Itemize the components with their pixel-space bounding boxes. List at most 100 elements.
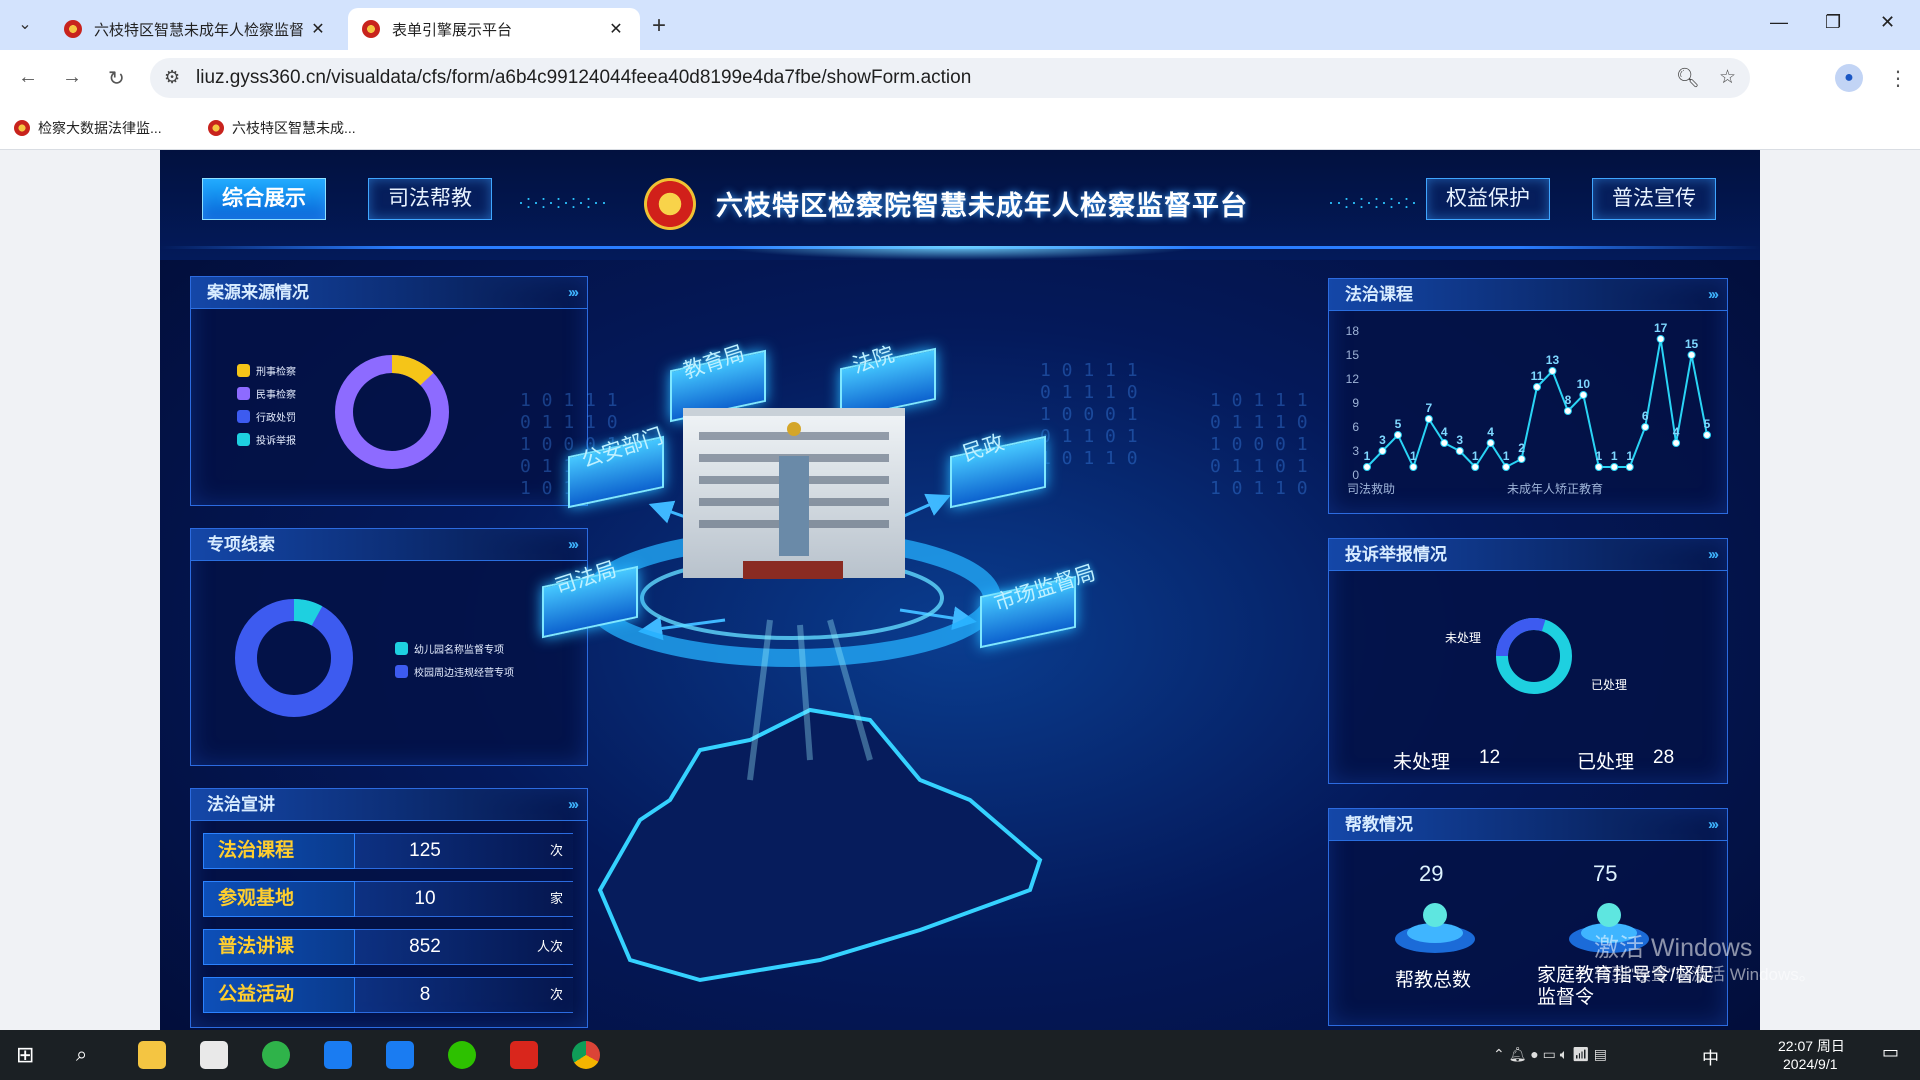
stat-row: 参观基地 10 家 bbox=[203, 881, 573, 917]
procuratorate-emblem-icon bbox=[644, 178, 696, 230]
wps-icon[interactable] bbox=[510, 1041, 538, 1069]
bookmark-item[interactable]: 六枝特区智慧未成... bbox=[208, 118, 356, 138]
reload-icon[interactable]: ↻ bbox=[108, 66, 125, 91]
menu-kebab-icon[interactable]: ⋮ bbox=[1888, 66, 1908, 91]
address-bar[interactable]: ⚙ liuz.gyss360.cn/visualdata/cfs/form/a6… bbox=[150, 58, 1750, 98]
bookmark-item[interactable]: 检察大数据法律监... bbox=[14, 118, 162, 138]
nav-rights-protection[interactable]: 权益保护 bbox=[1426, 178, 1550, 220]
help-edu-panel: 帮教情况 ››› 29 75 帮教总数 家庭教育指导令/督促监督令 bbox=[1328, 808, 1728, 1026]
data-label: 1 bbox=[1626, 449, 1633, 463]
url-text: liuz.gyss360.cn/visualdata/cfs/form/a6b4… bbox=[196, 67, 972, 88]
data-label: 11 bbox=[1531, 369, 1544, 383]
new-tab-button[interactable]: + bbox=[652, 12, 666, 40]
tab-2-active[interactable]: 表单引擎展示平台 ✕ bbox=[348, 8, 640, 50]
data-point bbox=[1641, 423, 1650, 431]
site-emblem-icon bbox=[208, 120, 224, 136]
minimize-icon[interactable]: — bbox=[1770, 12, 1788, 33]
nav-overview[interactable]: 综合展示 bbox=[202, 178, 326, 220]
store-icon[interactable] bbox=[200, 1041, 228, 1069]
complaints-panel: 投诉举报情况 ››› 未处理 已处理 未处理 12 已处理 28 bbox=[1328, 538, 1728, 784]
data-point bbox=[1455, 447, 1464, 455]
nav-law-publicity[interactable]: 普法宣传 bbox=[1592, 178, 1716, 220]
data-label: 7 bbox=[1425, 401, 1432, 415]
procuratorate-building bbox=[683, 408, 905, 579]
nav-judicial-help[interactable]: 司法帮教 bbox=[368, 178, 492, 220]
dashboard: 综合展示 司法帮教 ·:·:·:·:·:·· 六枝特区检察院智慧未成年人检察监督… bbox=[160, 150, 1760, 1030]
processed-label: 已处理 bbox=[1577, 752, 1635, 773]
feishu-icon[interactable] bbox=[324, 1041, 352, 1069]
case-source-legend: 刑事检察 民事检察 行政处罚 投诉举报 bbox=[237, 359, 296, 451]
data-point bbox=[1563, 407, 1572, 415]
site-emblem-icon bbox=[14, 120, 30, 136]
bookmark-star-icon[interactable]: ☆ bbox=[1719, 66, 1736, 89]
data-label: 1 bbox=[1503, 449, 1510, 463]
data-label: 15 bbox=[1685, 337, 1699, 351]
tab-search-icon[interactable]: ⌄ bbox=[10, 10, 40, 40]
clock-date[interactable]: 2024/9/1 bbox=[1783, 1056, 1838, 1072]
y-tick-label: 18 bbox=[1346, 324, 1360, 338]
wechat-icon[interactable] bbox=[448, 1041, 476, 1069]
dingtalk-icon[interactable] bbox=[386, 1041, 414, 1069]
data-label: 4 bbox=[1441, 425, 1448, 439]
close-tab-icon[interactable]: ✕ bbox=[606, 19, 626, 39]
file-explorer-icon[interactable] bbox=[138, 1041, 166, 1069]
data-label: 1 bbox=[1611, 449, 1618, 463]
y-tick-label: 0 bbox=[1352, 468, 1359, 482]
header-decoration: ··:·:·:·:·:· bbox=[1328, 192, 1419, 212]
stat-row: 公益活动 8 次 bbox=[203, 977, 573, 1013]
donut-label-unprocessed: 未处理 bbox=[1445, 631, 1482, 645]
panel-title: 法治课程 ››› bbox=[1329, 279, 1727, 311]
data-point bbox=[1486, 439, 1495, 447]
data-label: 5 bbox=[1704, 417, 1711, 431]
restore-icon[interactable]: ❐ bbox=[1825, 12, 1841, 33]
donut-slice-campus bbox=[235, 599, 353, 717]
notification-icon[interactable]: ▭ bbox=[1882, 1042, 1899, 1063]
legend-item: 校园周边违规经营专项 bbox=[395, 660, 514, 683]
data-point bbox=[1378, 447, 1387, 455]
data-point bbox=[1548, 367, 1557, 375]
data-label: 1 bbox=[1410, 449, 1417, 463]
forward-icon[interactable]: → bbox=[62, 66, 82, 89]
data-point bbox=[1471, 463, 1480, 471]
browser-360-icon[interactable] bbox=[262, 1041, 290, 1069]
data-point bbox=[1502, 463, 1511, 471]
legal-course-panel: 法治课程 ››› 0 3 6 9 12 15 18 1 3 5 1 7 4 3 1 4 1 2 11 13 8 10 1 1 1 6… bbox=[1328, 278, 1728, 514]
zoom-icon[interactable]: 🔍︎ bbox=[1676, 66, 1700, 90]
bookmarks-bar: 检察大数据法律监... 六枝特区智慧未成... bbox=[0, 108, 1920, 150]
data-label: 3 bbox=[1379, 433, 1386, 447]
special-clues-donut bbox=[235, 599, 353, 717]
dashboard-title: 六枝特区检察院智慧未成年人检察监督平台 bbox=[716, 191, 1248, 221]
help-total-value: 29 bbox=[1419, 861, 1444, 886]
browser-tab-strip: ⌄ 六枝特区智慧未成年人检察监督 ✕ 表单引擎展示平台 ✕ + — ❐ ✕ bbox=[0, 0, 1920, 50]
legend-item: 刑事检察 bbox=[237, 359, 296, 382]
unprocessed-label: 未处理 bbox=[1393, 752, 1451, 773]
close-window-icon[interactable]: ✕ bbox=[1880, 12, 1895, 33]
tray-icons[interactable]: ⌃ 🔔︎ ● ▭ 🔈︎ 📶︎ ▤ bbox=[1493, 1046, 1607, 1063]
page-viewport: 综合展示 司法帮教 ·:·:·:·:·:·· 六枝特区检察院智慧未成年人检察监督… bbox=[0, 150, 1920, 1030]
activate-windows-title: 激活 Windows bbox=[1594, 934, 1753, 962]
series-line bbox=[1366, 338, 1708, 470]
more-arrows-icon[interactable]: ››› bbox=[1708, 539, 1719, 571]
profile-avatar-icon[interactable]: ● bbox=[1835, 64, 1863, 92]
more-arrows-icon[interactable]: ››› bbox=[1708, 809, 1719, 841]
search-icon[interactable]: ⌕ bbox=[76, 1041, 104, 1069]
stat-row: 普法讲课 852 人次 bbox=[203, 929, 573, 965]
site-emblem-icon bbox=[362, 20, 380, 38]
browser-toolbar: ← → ↻ ⚙ liuz.gyss360.cn/visualdata/cfs/f… bbox=[0, 50, 1920, 108]
clock-time[interactable]: 22:07 周日 bbox=[1778, 1036, 1845, 1056]
data-point bbox=[1594, 463, 1603, 471]
activate-windows-hint: 转到"设置"以激活 Windows。 bbox=[1594, 965, 1816, 984]
more-arrows-icon[interactable]: ››› bbox=[1708, 279, 1719, 311]
ime-indicator[interactable]: 中 bbox=[1702, 1044, 1719, 1069]
chrome-icon[interactable] bbox=[572, 1041, 600, 1069]
site-info-icon[interactable]: ⚙ bbox=[164, 67, 180, 88]
tab-1[interactable]: 六枝特区智慧未成年人检察监督 ✕ bbox=[50, 8, 342, 50]
close-tab-icon[interactable]: ✕ bbox=[308, 19, 328, 39]
windows-start-icon[interactable]: ⊞ bbox=[16, 1041, 44, 1069]
y-tick-label: 9 bbox=[1352, 396, 1359, 410]
data-point bbox=[1656, 335, 1665, 343]
data-label: 1 bbox=[1364, 449, 1371, 463]
data-label: 2 bbox=[1518, 441, 1525, 455]
site-emblem-icon bbox=[64, 20, 82, 38]
back-icon[interactable]: ← bbox=[18, 66, 38, 89]
